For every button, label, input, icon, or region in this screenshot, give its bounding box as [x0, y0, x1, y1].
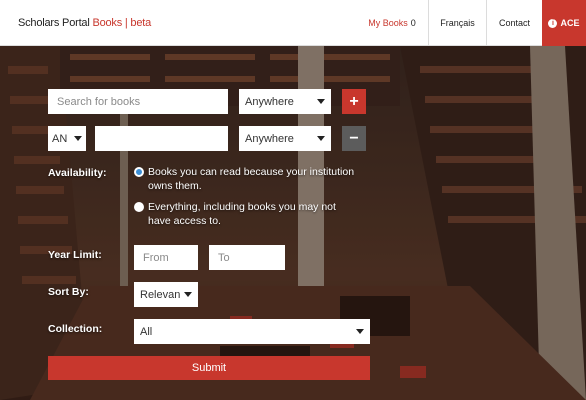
- collection-label: Collection:: [48, 323, 103, 335]
- year-from-placeholder: From: [143, 251, 169, 264]
- chevron-down-icon: [74, 136, 82, 141]
- search-field-select-1[interactable]: Anywhere: [239, 89, 331, 114]
- site-logo[interactable]: Scholars Portal Books | beta: [18, 17, 151, 29]
- year-from-input[interactable]: From: [134, 245, 198, 270]
- ace-label: ACE: [560, 18, 580, 28]
- availability-label: Availability:: [48, 167, 107, 179]
- sort-by-label: Sort By:: [48, 286, 89, 298]
- sort-by-value: Relevan: [140, 288, 181, 301]
- remove-search-row-button[interactable]: −: [342, 126, 366, 151]
- collection-value: All: [140, 325, 153, 338]
- year-to-placeholder: To: [218, 251, 230, 264]
- minus-icon: −: [349, 129, 359, 147]
- radio-button[interactable]: [134, 202, 144, 212]
- submit-label: Submit: [191, 362, 227, 374]
- brand-books: Books: [92, 17, 123, 29]
- submit-button[interactable]: Submit: [48, 356, 370, 380]
- language-toggle-link[interactable]: Français: [428, 0, 486, 46]
- contact-label: Contact: [498, 18, 531, 28]
- search-field-select-2[interactable]: Anywhere: [239, 126, 331, 151]
- my-books-link[interactable]: My Books 0: [356, 0, 428, 46]
- ace-button[interactable]: i ACE: [542, 0, 586, 46]
- language-label: Français: [440, 18, 475, 28]
- brand-beta: beta: [130, 17, 152, 29]
- add-search-row-button[interactable]: +: [342, 89, 366, 114]
- boolean-operator-value: AN: [52, 132, 68, 145]
- top-navigation-bar: Scholars Portal Books | beta My Books 0 …: [0, 0, 586, 46]
- chevron-down-icon: [317, 99, 325, 104]
- radio-button-checked[interactable]: [134, 167, 144, 177]
- availability-option-everything[interactable]: Everything, including books you may not …: [134, 200, 358, 228]
- search-field-value-2: Anywhere: [245, 132, 294, 145]
- search-placeholder: Search for books: [57, 95, 141, 108]
- boolean-operator-select[interactable]: AN: [48, 126, 86, 151]
- brand-name: Scholars Portal: [18, 17, 90, 29]
- plus-icon: +: [349, 92, 359, 110]
- availability-option-owned[interactable]: Books you can read because your institut…: [134, 165, 358, 193]
- search-input[interactable]: Search for books: [48, 89, 228, 114]
- chevron-down-icon: [356, 329, 364, 334]
- nav-links: My Books 0 Français Contact i ACE: [356, 0, 586, 46]
- contact-link[interactable]: Contact: [486, 0, 542, 46]
- brand-separator: |: [124, 17, 128, 29]
- my-books-count: 0: [410, 18, 416, 28]
- sort-by-select[interactable]: Relevan: [134, 282, 198, 307]
- year-limit-label: Year Limit:: [48, 249, 102, 261]
- chevron-down-icon: [317, 136, 325, 141]
- collection-select[interactable]: All: [134, 319, 370, 344]
- my-books-label: My Books: [368, 18, 408, 28]
- availability-option-owned-text: Books you can read because your institut…: [148, 166, 355, 192]
- info-icon: i: [548, 18, 558, 28]
- chevron-down-icon: [184, 292, 193, 297]
- year-to-input[interactable]: To: [209, 245, 285, 270]
- availability-option-everything-text: Everything, including books you may not …: [148, 201, 336, 227]
- search-field-value-1: Anywhere: [245, 95, 294, 108]
- search-input-2[interactable]: [95, 126, 228, 151]
